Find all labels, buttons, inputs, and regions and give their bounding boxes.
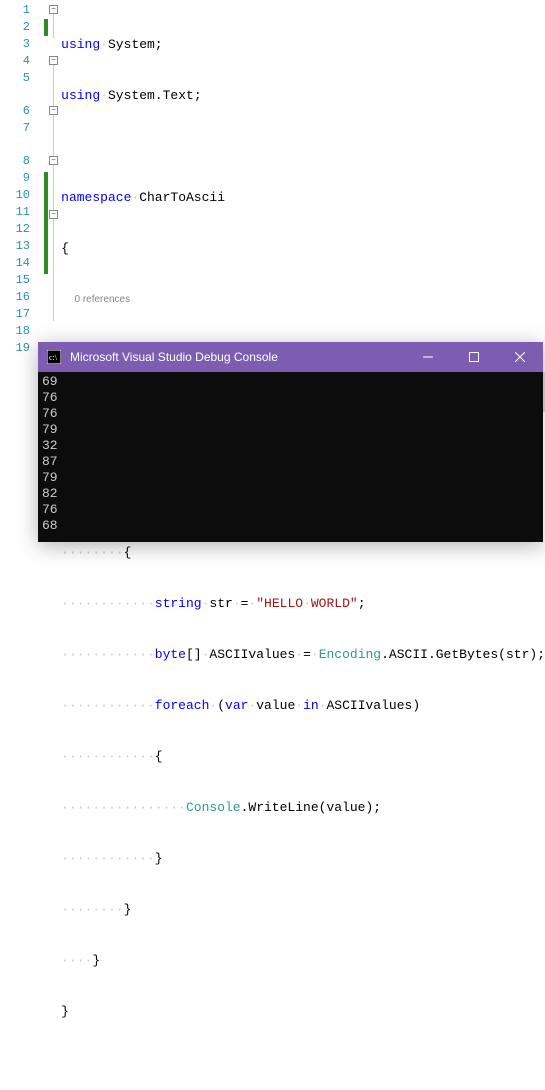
line-number: 4 [0,53,30,70]
line-number: 11 [0,204,30,221]
codelens-references[interactable]: ····0 references [61,291,545,307]
line-number: 8 [0,153,30,170]
line-number: 10 [0,187,30,204]
fold-margin: − − − − − [47,0,61,345]
console-line: 79 [42,470,539,486]
console-line: 79 [42,422,539,438]
maximize-button[interactable] [451,342,497,372]
line-number: 14 [0,255,30,272]
console-line: 32 [42,438,539,454]
line-number: 12 [0,221,30,238]
console-line: 82 [42,486,539,502]
line-number: 17 [0,306,30,323]
fold-toggle[interactable]: − [49,156,58,165]
line-number: 18 [0,323,30,340]
change-margin [40,0,47,345]
line-number: 19 [0,340,30,357]
console-line: 76 [42,390,539,406]
minimize-button[interactable] [405,342,451,372]
line-number: 15 [0,272,30,289]
line-number: 5 [0,70,30,87]
console-line: 69 [42,374,539,390]
console-title: Microsoft Visual Studio Debug Console [70,350,405,364]
fold-toggle[interactable]: − [49,210,58,219]
line-number: 2 [0,19,30,36]
console-icon: c:\ [46,349,62,365]
line-number: 13 [0,238,30,255]
line-number: 3 [0,36,30,53]
console-line: 87 [42,454,539,470]
fold-toggle[interactable]: − [49,56,58,65]
debug-console-window: c:\ Microsoft Visual Studio Debug Consol… [38,342,543,542]
console-line: 68 [42,518,539,534]
line-number: 6 [0,103,30,120]
line-number: 1 [0,2,30,19]
fold-toggle[interactable]: − [49,106,58,115]
svg-text:c:\: c:\ [49,353,58,362]
console-titlebar[interactable]: c:\ Microsoft Visual Studio Debug Consol… [38,342,543,372]
line-number: 7 [0,120,30,137]
close-button[interactable] [497,342,543,372]
line-number: 16 [0,289,30,306]
line-number: 9 [0,170,30,187]
code-editor: 1 2 3 4 5 6 7 8 9 10 11 12 13 14 15 16 1… [0,0,545,345]
code-area[interactable]: using·System; using·System.Text; namespa… [61,0,545,345]
console-line: 76 [42,406,539,422]
console-line: 76 [42,502,539,518]
line-number-gutter: 1 2 3 4 5 6 7 8 9 10 11 12 13 14 15 16 1… [0,0,40,345]
fold-toggle[interactable]: − [49,5,58,14]
console-output[interactable]: 69 76 76 79 32 87 79 82 76 68 [38,372,543,542]
